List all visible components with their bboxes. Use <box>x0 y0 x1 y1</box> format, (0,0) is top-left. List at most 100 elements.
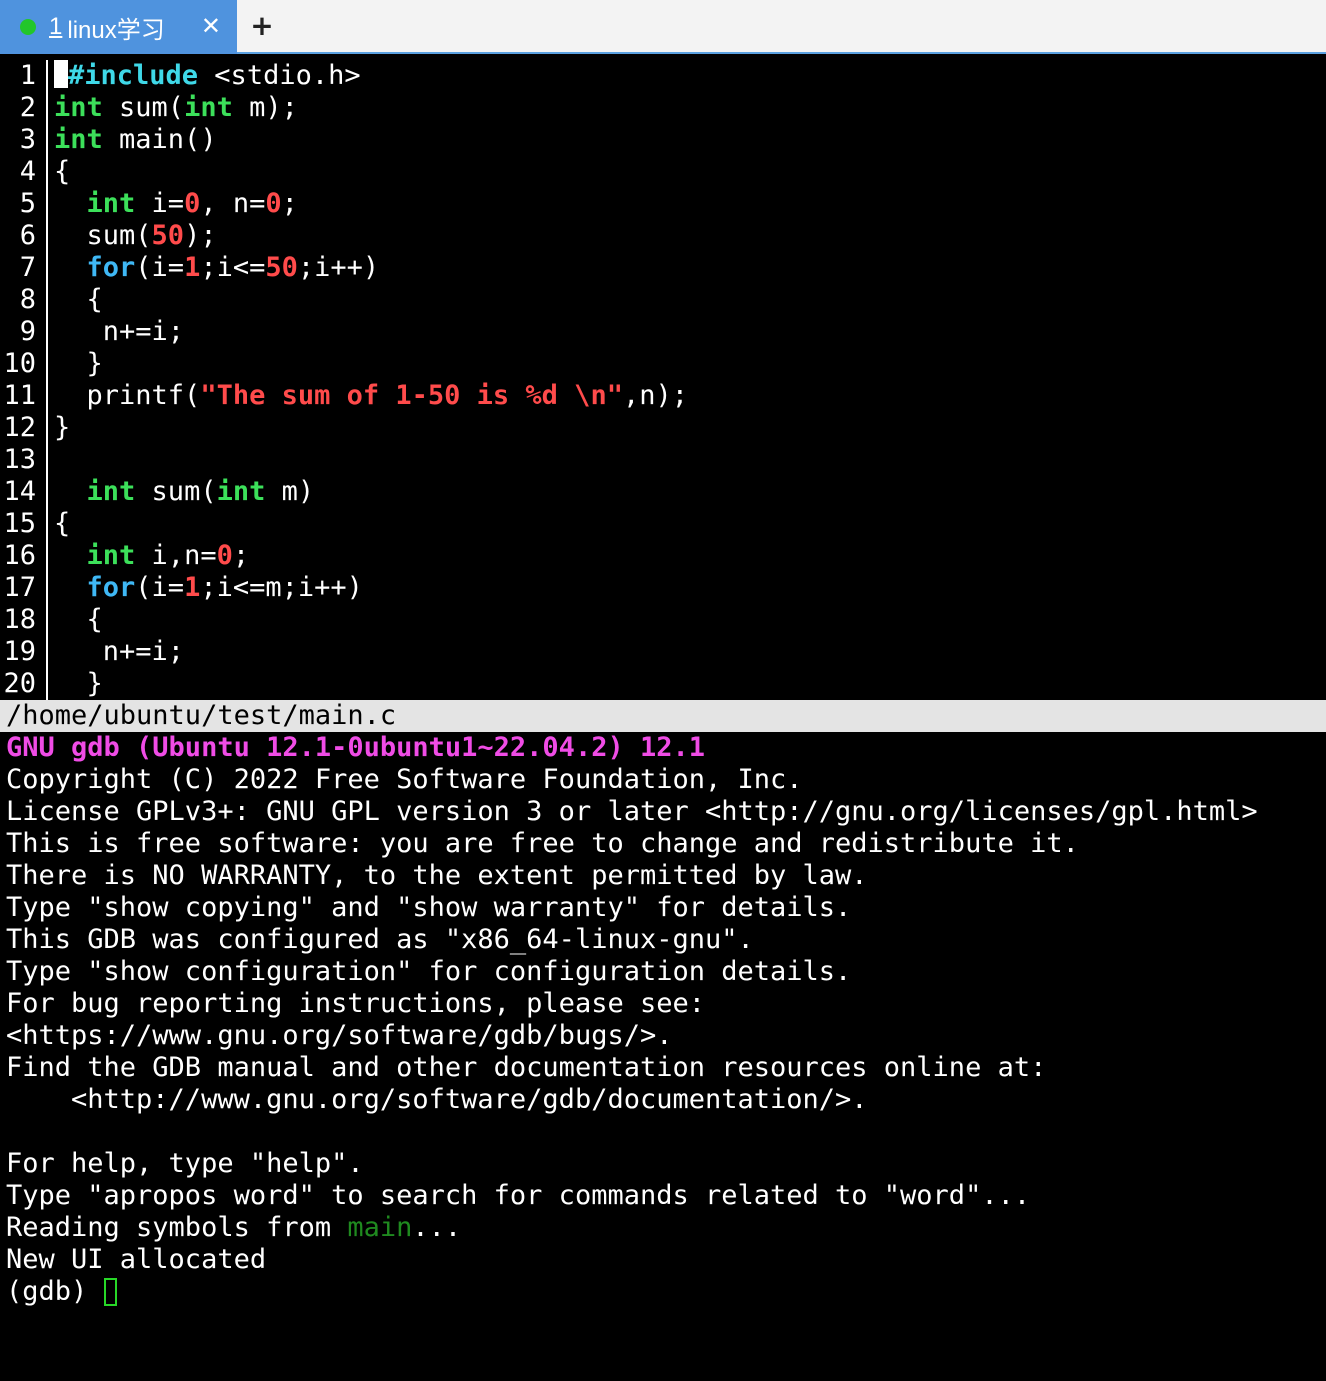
code-token: i,n= <box>135 540 217 571</box>
source-code-text: } <box>54 668 103 700</box>
source-line[interactable]: 19 n+=i; <box>0 636 1326 668</box>
code-token: 0 <box>184 188 201 219</box>
console-text: For bug reporting instructions, please s… <box>6 988 705 1019</box>
source-line[interactable]: 9 n+=i; <box>0 316 1326 348</box>
console-text: For help, type "help". <box>6 1148 364 1179</box>
source-line[interactable]: 3 int main() <box>0 124 1326 156</box>
source-line[interactable]: 13 <box>0 444 1326 476</box>
console-text: main <box>347 1212 413 1243</box>
source-line[interactable]: 7 for(i=1;i<=50;i++) <box>0 252 1326 284</box>
code-token: n+=i; <box>54 636 185 667</box>
source-line[interactable]: 20 } <box>0 668 1326 700</box>
code-token: { <box>54 156 71 187</box>
source-line[interactable]: 17 for(i=1;i<=m;i++) <box>0 572 1326 604</box>
source-code-pane[interactable]: 1 #include <stdio.h> 2 int sum(int m); 3 int … <box>0 60 1326 700</box>
source-line[interactable]: 8 { <box>0 284 1326 316</box>
console-line: Copyright (C) 2022 Free Software Foundat… <box>6 764 803 796</box>
console-line: Find the GDB manual and other documentat… <box>6 1052 1046 1084</box>
source-code-text: int sum(int m); <box>54 92 298 124</box>
code-token: ; <box>281 188 298 219</box>
code-token: <stdio.h> <box>198 60 361 91</box>
console-line: New UI allocated <box>6 1244 266 1276</box>
code-token: int <box>216 476 266 507</box>
code-token: int <box>86 188 136 219</box>
source-line[interactable]: 14 int sum(int m) <box>0 476 1326 508</box>
line-number: 17 <box>3 572 36 603</box>
code-token: n+=i; <box>54 316 185 347</box>
source-line[interactable]: 5 int i=0, n=0; <box>0 188 1326 220</box>
line-number: 18 <box>3 604 36 635</box>
text-cursor <box>54 60 68 88</box>
console-line: For bug reporting instructions, please s… <box>6 988 705 1020</box>
line-number: 9 <box>19 316 36 347</box>
source-line[interactable]: 15 { <box>0 508 1326 540</box>
source-code-text: #include <stdio.h> <box>54 60 361 92</box>
console-line: <https://www.gnu.org/software/gdb/bugs/>… <box>6 1020 672 1052</box>
source-line[interactable]: 12} <box>0 412 1326 444</box>
code-token: 1 <box>184 252 201 283</box>
line-number: 11 <box>3 380 36 411</box>
source-code-text: { <box>54 284 103 316</box>
code-token: 50 <box>151 220 185 251</box>
console-text: Type "show configuration" for configurat… <box>6 956 852 987</box>
source-line[interactable]: 11 printf("The sum of 1-50 is %d \n",n); <box>0 380 1326 412</box>
line-number: 12 <box>3 412 36 443</box>
console-text: There is NO WARRANTY, to the extent perm… <box>6 860 868 891</box>
source-line[interactable]: 4{ <box>0 156 1326 188</box>
code-token: #include <box>68 60 199 91</box>
code-token: sum( <box>54 220 152 251</box>
console-text: ... <box>412 1212 462 1243</box>
tab-title: linux学习 <box>67 16 165 44</box>
source-code-text: for(i=1;i<=m;i++) <box>54 572 363 604</box>
code-token: { <box>54 604 103 635</box>
close-tab-icon[interactable]: ✕ <box>201 12 221 40</box>
source-line[interactable]: 6 sum(50); <box>0 220 1326 252</box>
line-number: 5 <box>19 188 36 219</box>
source-line[interactable]: 1 #include <stdio.h> <box>0 60 1326 92</box>
code-token: ,n); <box>622 380 688 411</box>
line-number: 3 <box>19 124 36 155</box>
console-line: Type "show configuration" for configurat… <box>6 956 851 988</box>
code-token: for <box>86 252 136 283</box>
new-tab-button[interactable]: + <box>248 9 276 43</box>
code-token: m) <box>265 476 315 507</box>
line-number: 7 <box>19 252 36 283</box>
console-line: This is free software: you are free to c… <box>6 828 1079 860</box>
code-token: (i= <box>135 252 185 283</box>
source-line[interactable]: 18 { <box>0 604 1326 636</box>
console-line: GNU gdb (Ubuntu 12.1-0ubuntu1~22.04.2) 1… <box>6 732 705 764</box>
console-text: <https://www.gnu.org/software/gdb/bugs/>… <box>6 1020 673 1051</box>
console-text: Type "show copying" and "show warranty" … <box>6 892 852 923</box>
code-token: main() <box>102 124 217 155</box>
gdb-prompt-line[interactable]: (gdb) <box>6 1276 117 1308</box>
code-token: int <box>54 92 103 123</box>
console-text: GNU gdb (Ubuntu 12.1-0ubuntu1~22.04.2) 1… <box>6 732 705 763</box>
input-cursor[interactable] <box>103 1278 117 1306</box>
code-token: 50 <box>265 252 298 283</box>
source-code-text: sum(50); <box>54 220 217 252</box>
gutter-divider <box>46 412 48 444</box>
code-token: } <box>54 348 103 379</box>
gdb-console[interactable]: GNU gdb (Ubuntu 12.1-0ubuntu1~22.04.2) 1… <box>0 732 1326 1381</box>
code-token: 0 <box>216 540 233 571</box>
code-token: } <box>54 412 71 443</box>
gutter-divider <box>46 348 48 380</box>
source-line[interactable]: 2 int sum(int m); <box>0 92 1326 124</box>
source-line[interactable]: 16 int i,n=0; <box>0 540 1326 572</box>
console-text: License GPLv3+: GNU GPL version 3 or lat… <box>6 796 1258 827</box>
source-line[interactable]: 10 } <box>0 348 1326 380</box>
gutter-divider <box>46 284 48 316</box>
code-token: int <box>54 124 103 155</box>
code-token: for <box>86 572 136 603</box>
source-code-text: int main() <box>54 124 217 156</box>
line-number: 16 <box>3 540 36 571</box>
line-number: 14 <box>3 476 36 507</box>
code-token: { <box>54 508 71 539</box>
source-code-text: n+=i; <box>54 316 184 348</box>
code-token: int <box>86 540 136 571</box>
tab-linux-study[interactable]: 1 linux学习 ✕ <box>0 0 237 54</box>
code-token: ;i<=m;i++) <box>200 572 363 603</box>
